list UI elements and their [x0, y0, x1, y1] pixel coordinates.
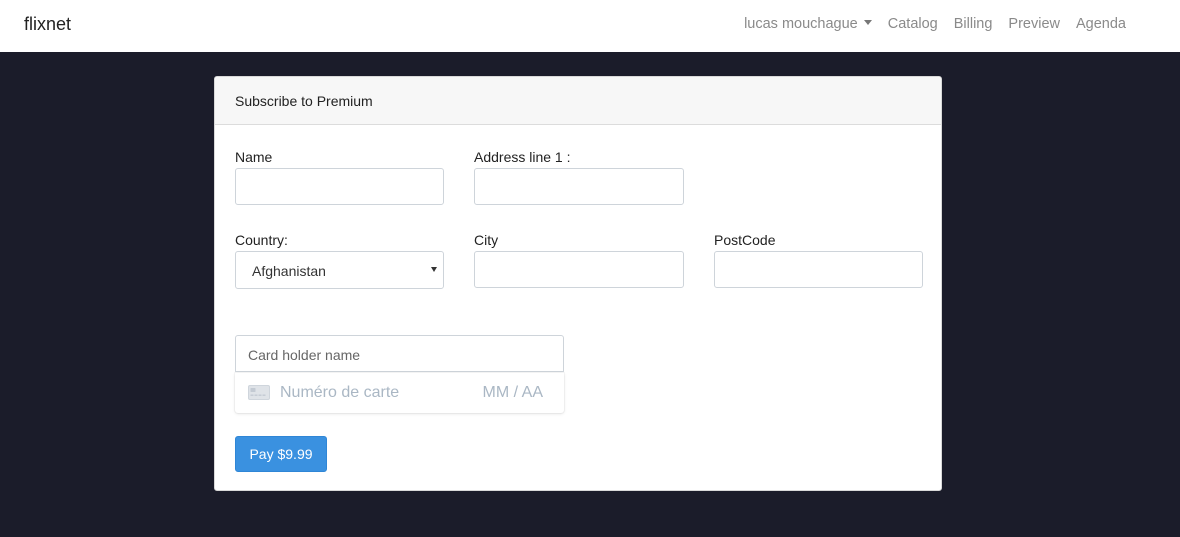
name-input[interactable] — [235, 168, 444, 205]
card-expiry-placeholder[interactable]: MM / AA — [483, 384, 543, 402]
country-select[interactable]: Afghanistan — [235, 251, 444, 289]
pay-button[interactable]: Pay $9.99 — [235, 436, 327, 472]
subscription-card: Subscribe to Premium Name Address line 1… — [214, 76, 942, 491]
city-label: City — [474, 232, 499, 248]
country-selected-value: Afghanistan — [252, 263, 326, 279]
card-title: Subscribe to Premium — [235, 93, 373, 109]
nav-link-agenda[interactable]: Agenda — [1076, 16, 1126, 32]
address-input[interactable] — [474, 168, 684, 205]
name-label: Name — [235, 149, 273, 165]
nav-link-preview[interactable]: Preview — [1008, 16, 1060, 32]
card-header: Subscribe to Premium — [215, 77, 941, 125]
card-holder-placeholder: Card holder name — [248, 347, 361, 363]
country-label: Country: — [235, 232, 288, 248]
user-menu-dropdown[interactable]: lucas mouchague — [744, 16, 872, 32]
card-number-placeholder: Numéro de carte — [280, 384, 400, 401]
address-label: Address line 1 : — [474, 149, 571, 165]
user-menu-label: lucas mouchague — [744, 16, 858, 32]
caret-down-icon — [863, 20, 872, 25]
dropdown-arrow-icon — [431, 267, 437, 272]
nav-link-catalog[interactable]: Catalog — [888, 16, 938, 32]
card-number-field[interactable]: Numéro de carte MM / AA — [235, 373, 564, 413]
card-holder-input[interactable]: Card holder name — [235, 335, 564, 372]
city-input[interactable] — [474, 251, 684, 288]
credit-card-icon — [248, 385, 270, 400]
navbar: flixnet lucas mouchague Catalog Billing … — [0, 0, 1180, 52]
postcode-input[interactable] — [714, 251, 923, 288]
nav-links: lucas mouchague Catalog Billing Preview … — [744, 16, 1126, 32]
brand-logo[interactable]: flixnet — [24, 14, 71, 35]
postcode-label: PostCode — [714, 232, 776, 248]
nav-link-billing[interactable]: Billing — [954, 16, 993, 32]
